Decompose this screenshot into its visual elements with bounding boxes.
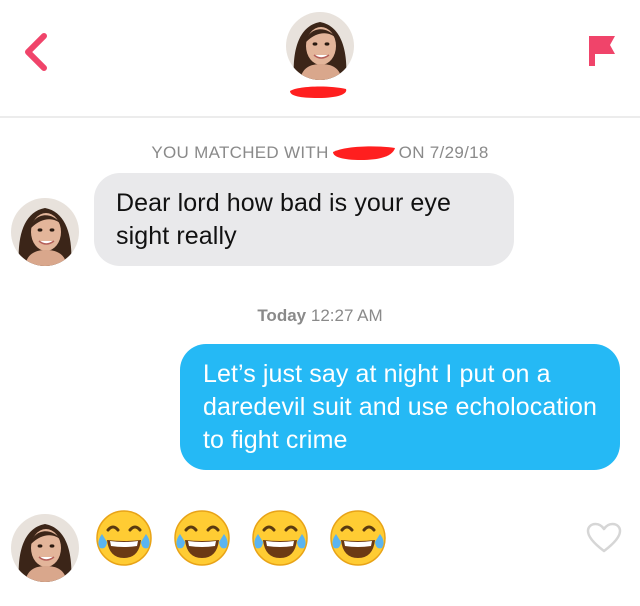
received-message-bubble[interactable]: Dear lord how bad is your eye sight real…	[94, 173, 514, 266]
avatar-image	[11, 514, 79, 582]
avatar-image	[286, 12, 354, 80]
chat-screen: YOU MATCHED WITH ON 7/29/18 Dear lord ho…	[0, 0, 640, 606]
avatar-image	[11, 198, 79, 266]
timestamp-day: Today	[257, 306, 307, 325]
match-banner-date: ON 7/29/18	[398, 143, 489, 162]
report-flag-button[interactable]	[582, 26, 622, 74]
match-banner-prefix: YOU MATCHED WITH	[151, 143, 329, 162]
sender-avatar[interactable]	[11, 198, 79, 266]
flag-icon	[589, 36, 615, 66]
message-text: Let’s just say at night I put on a dared…	[203, 360, 598, 454]
message-text: Dear lord how bad is your eye sight real…	[116, 189, 452, 250]
tears-of-joy-emoji	[96, 510, 152, 566]
heart-outline-icon[interactable]	[586, 522, 622, 554]
tears-of-joy-emoji	[330, 510, 386, 566]
sender-avatar[interactable]	[11, 514, 79, 582]
timestamp-time: 12:27 AM	[310, 306, 383, 325]
emoji-message[interactable]	[94, 508, 388, 570]
tears-of-joy-emoji	[174, 510, 230, 566]
name-redaction	[290, 86, 347, 98]
message-timestamp: Today 12:27 AM	[0, 306, 640, 332]
tears-of-joy-emoji	[252, 510, 308, 566]
sent-message-bubble[interactable]: Let’s just say at night I put on a dared…	[180, 344, 620, 470]
chevron-left-icon	[25, 33, 47, 71]
match-name-redaction	[331, 143, 397, 163]
chat-header	[0, 0, 640, 118]
back-button[interactable]	[14, 28, 56, 76]
match-avatar[interactable]	[286, 12, 354, 80]
match-banner: YOU MATCHED WITH ON 7/29/18	[0, 140, 640, 166]
